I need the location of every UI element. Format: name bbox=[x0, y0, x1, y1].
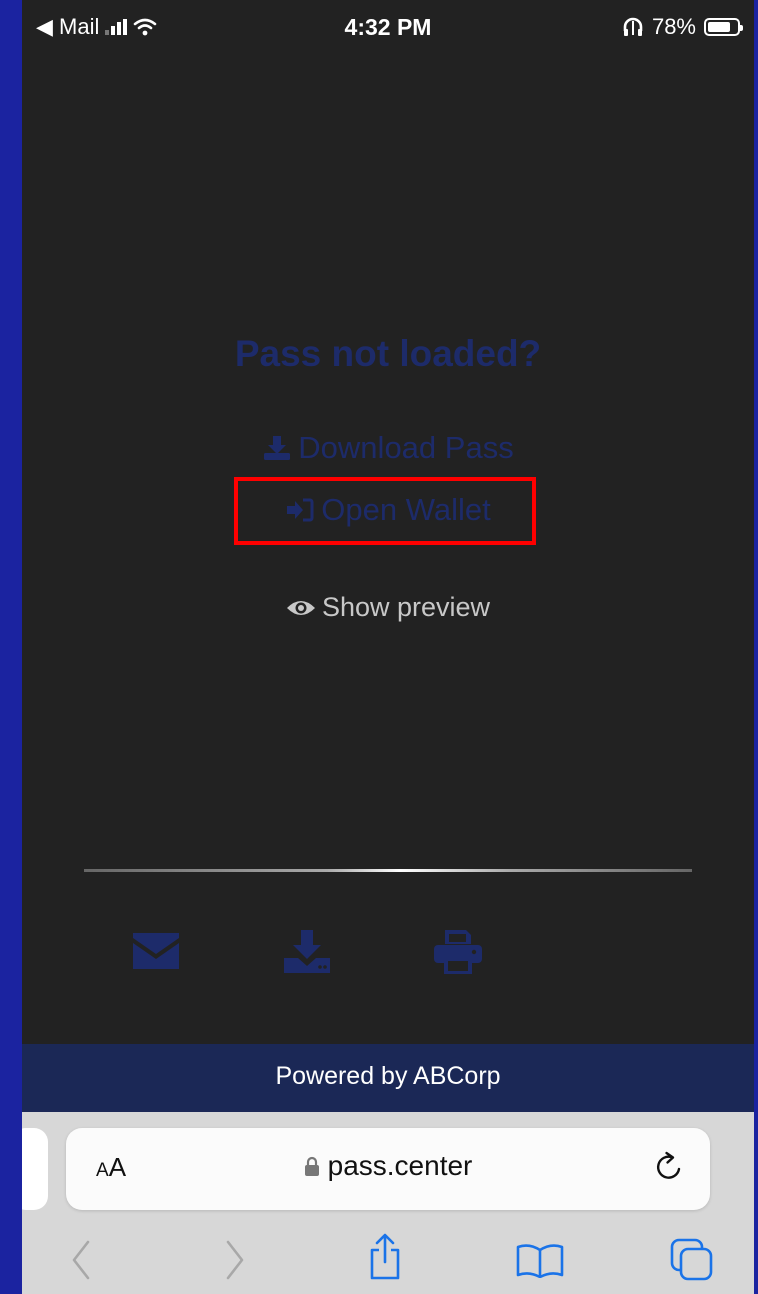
share-icon[interactable] bbox=[368, 1232, 402, 1280]
headphones-icon bbox=[623, 17, 643, 36]
show-preview-label: Show preview bbox=[321, 592, 491, 622]
forward-arrow-icon[interactable] bbox=[224, 1240, 246, 1280]
divider bbox=[84, 869, 692, 872]
status-right: 78% bbox=[622, 14, 743, 40]
print-icon[interactable] bbox=[434, 930, 482, 974]
download-icon[interactable] bbox=[282, 930, 332, 974]
url-display[interactable]: pass.center bbox=[66, 1150, 710, 1182]
highlight-box bbox=[234, 477, 536, 545]
tabs-icon[interactable] bbox=[670, 1238, 714, 1282]
browser-toolbar: AA pass.center bbox=[22, 1112, 754, 1294]
download-pass-label: Download Pass bbox=[298, 430, 514, 465]
url-text: pass.center bbox=[327, 1150, 473, 1181]
back-arrow-icon[interactable] bbox=[70, 1240, 92, 1280]
address-bar[interactable]: AA pass.center bbox=[66, 1128, 710, 1210]
battery-fill bbox=[708, 22, 730, 32]
previous-tab-peek[interactable] bbox=[22, 1128, 48, 1210]
show-preview-link[interactable]: Show preview bbox=[22, 592, 754, 623]
battery-percent: 78% bbox=[651, 14, 696, 39]
download-icon bbox=[264, 436, 291, 460]
download-pass-link[interactable]: Download Pass bbox=[22, 430, 754, 466]
phone-screen: ◀ Mail 4:32 PM 78% Pass not loaded? Down… bbox=[22, 0, 754, 1294]
bookmarks-icon[interactable] bbox=[516, 1242, 564, 1278]
reload-icon[interactable] bbox=[652, 1150, 686, 1184]
lock-icon bbox=[304, 1156, 319, 1176]
status-bar: ◀ Mail 4:32 PM 78% bbox=[22, 0, 754, 56]
page-heading: Pass not loaded? bbox=[234, 333, 542, 374]
email-icon[interactable] bbox=[130, 930, 182, 972]
eye-icon bbox=[286, 600, 315, 615]
battery-icon bbox=[704, 18, 743, 36]
footer-powered-by: Powered by ABCorp bbox=[22, 1044, 754, 1112]
